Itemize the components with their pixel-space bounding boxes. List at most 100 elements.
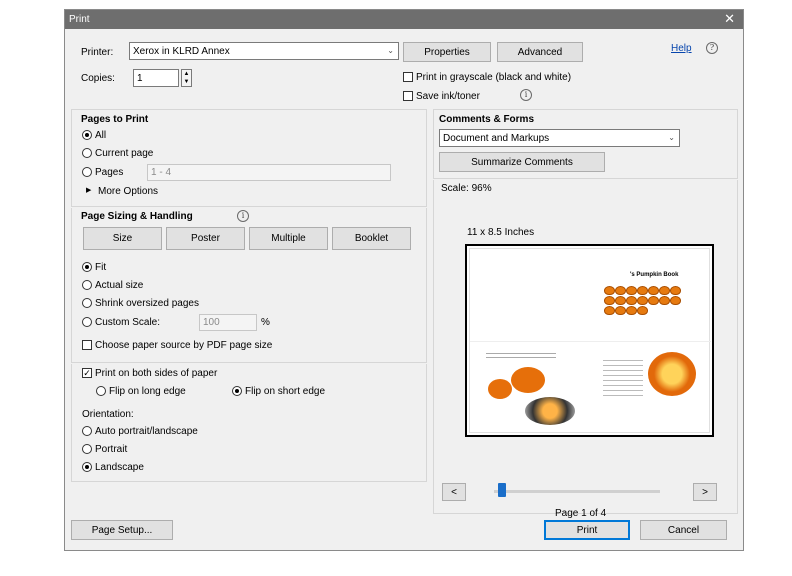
radio-shrink[interactable]	[82, 298, 92, 308]
page-indicator: Page 1 of 4	[555, 508, 607, 519]
preview-panel: Scale: 96% 11 x 8.5 Inches 's Pumpkin Bo…	[433, 180, 738, 519]
all-label: All	[95, 130, 107, 141]
sizing-info-icon[interactable]: i	[237, 210, 249, 222]
next-page-button[interactable]: >	[693, 483, 717, 501]
pumpkin-icon	[615, 286, 626, 295]
current-page-label: Current page	[95, 148, 154, 159]
copies-input[interactable]: 1	[133, 69, 179, 87]
radio-auto-orientation[interactable]	[82, 426, 92, 436]
radio-actual-size[interactable]	[82, 280, 92, 290]
comments-select[interactable]: Document and Markups ⌄	[439, 129, 680, 147]
pumpkin-icon	[626, 306, 637, 315]
pages-to-print-heading: Pages to Print	[81, 114, 149, 125]
paper-source-checkbox[interactable]	[82, 340, 92, 350]
stepper-down-icon[interactable]: ▼	[182, 78, 191, 86]
advanced-button[interactable]: Advanced	[497, 42, 583, 62]
preview-page-inner: 's Pumpkin Book	[469, 248, 711, 433]
pages-range-input[interactable]: 1 - 4	[147, 164, 391, 181]
tab-multiple[interactable]: Multiple	[249, 227, 328, 250]
radio-flip-long-edge[interactable]	[96, 386, 106, 396]
pumpkin-icon	[615, 306, 626, 315]
fit-label: Fit	[95, 262, 107, 273]
page-slider-thumb[interactable]	[498, 483, 507, 497]
auto-orientation-label: Auto portrait/landscape	[95, 426, 198, 437]
pumpkin-icon	[670, 286, 681, 295]
large-jack-o-lantern-icon	[648, 352, 696, 396]
tab-poster[interactable]: Poster	[166, 227, 245, 250]
chevron-down-icon: ⌄	[668, 133, 675, 142]
pumpkin-icon	[637, 296, 648, 305]
paper-size-label: 11 x 8.5 Inches	[467, 227, 535, 238]
pumpkin-icon	[659, 296, 670, 305]
more-options-link[interactable]: More Options	[98, 186, 158, 197]
duplex-label: Print on both sides of paper	[95, 368, 218, 379]
help-link[interactable]: Help	[671, 43, 692, 54]
printer-select[interactable]: Xerox in KLRD Annex ⌄	[129, 42, 399, 60]
jack-o-lantern-icon	[511, 367, 545, 393]
grayscale-checkbox[interactable]	[403, 72, 413, 82]
copies-label: Copies:	[81, 73, 115, 84]
radio-current-page[interactable]	[82, 148, 92, 158]
radio-pages[interactable]	[82, 167, 92, 177]
radio-flip-short-edge[interactable]	[232, 386, 242, 396]
stepper-up-icon[interactable]: ▲	[182, 70, 191, 78]
preview-text-lines-left	[486, 353, 556, 358]
preview-divider	[470, 341, 711, 342]
expand-triangle-icon[interactable]: ▶	[86, 186, 91, 194]
pumpkin-icon	[626, 296, 637, 305]
dialog-title: Print	[69, 14, 90, 25]
comments-forms-panel: Comments & Forms Document and Markups ⌄ …	[433, 109, 738, 179]
save-ink-label: Save ink/toner	[416, 91, 480, 102]
flip-long-label: Flip on long edge	[109, 386, 186, 397]
custom-scale-value: 100	[203, 317, 220, 328]
actual-size-label: Actual size	[95, 280, 144, 291]
paper-source-label: Choose paper source by PDF page size	[95, 340, 273, 351]
summarize-comments-button[interactable]: Summarize Comments	[439, 152, 605, 172]
prev-page-button[interactable]: <	[442, 483, 466, 501]
preview-page-title: 's Pumpkin Book	[630, 272, 679, 278]
properties-button[interactable]: Properties	[403, 42, 491, 62]
radio-landscape[interactable]	[82, 462, 92, 472]
custom-scale-input[interactable]: 100	[199, 314, 257, 331]
pumpkin-icon	[659, 286, 670, 295]
grayscale-label: Print in grayscale (black and white)	[416, 72, 572, 83]
comments-select-value: Document and Markups	[443, 132, 550, 144]
save-ink-checkbox[interactable]	[403, 91, 413, 101]
cancel-button[interactable]: Cancel	[640, 520, 727, 540]
orientation-label: Orientation:	[82, 409, 134, 420]
page-sizing-heading: Page Sizing & Handling	[81, 211, 193, 222]
copies-value: 1	[137, 72, 143, 84]
page-sizing-panel: Page Sizing & Handling i Size Poster Mul…	[71, 208, 427, 363]
pumpkin-icon	[604, 296, 615, 305]
tab-booklet[interactable]: Booklet	[332, 227, 411, 250]
save-ink-info-icon[interactable]: i	[520, 89, 532, 101]
pumpkin-icon	[648, 296, 659, 305]
radio-portrait[interactable]	[82, 444, 92, 454]
pumpkin-icon	[637, 306, 648, 315]
flip-short-label: Flip on short edge	[245, 386, 326, 397]
tab-size[interactable]: Size	[83, 227, 162, 250]
radio-custom-scale[interactable]	[82, 317, 92, 327]
landscape-label: Landscape	[95, 462, 144, 473]
custom-scale-label: Custom Scale:	[95, 317, 161, 328]
print-dialog: Print ✕ Printer: Xerox in KLRD Annex ⌄ P…	[64, 9, 744, 551]
glowing-pumpkin-icon	[525, 397, 575, 425]
radio-fit[interactable]	[82, 262, 92, 272]
radio-all[interactable]	[82, 130, 92, 140]
help-info-icon[interactable]: ?	[706, 42, 718, 54]
page-setup-button[interactable]: Page Setup...	[71, 520, 173, 540]
pumpkin-grid	[604, 286, 690, 316]
duplex-checkbox[interactable]: ✓	[82, 368, 92, 378]
chevron-down-icon: ⌄	[387, 46, 394, 55]
print-button[interactable]: Print	[544, 520, 630, 540]
page-slider-track[interactable]	[494, 490, 660, 493]
copies-stepper[interactable]: ▲ ▼	[181, 69, 192, 87]
close-icon[interactable]: ✕	[724, 12, 735, 26]
pages-to-print-panel: Pages to Print All Current page Pages 1 …	[71, 109, 427, 207]
preview-text-lines-right	[603, 356, 643, 396]
jack-o-lantern-icon	[488, 379, 512, 399]
portrait-label: Portrait	[95, 444, 128, 455]
pumpkin-icon	[670, 296, 681, 305]
title-bar: Print ✕	[65, 10, 743, 29]
page-preview: 's Pumpkin Book	[465, 244, 714, 437]
